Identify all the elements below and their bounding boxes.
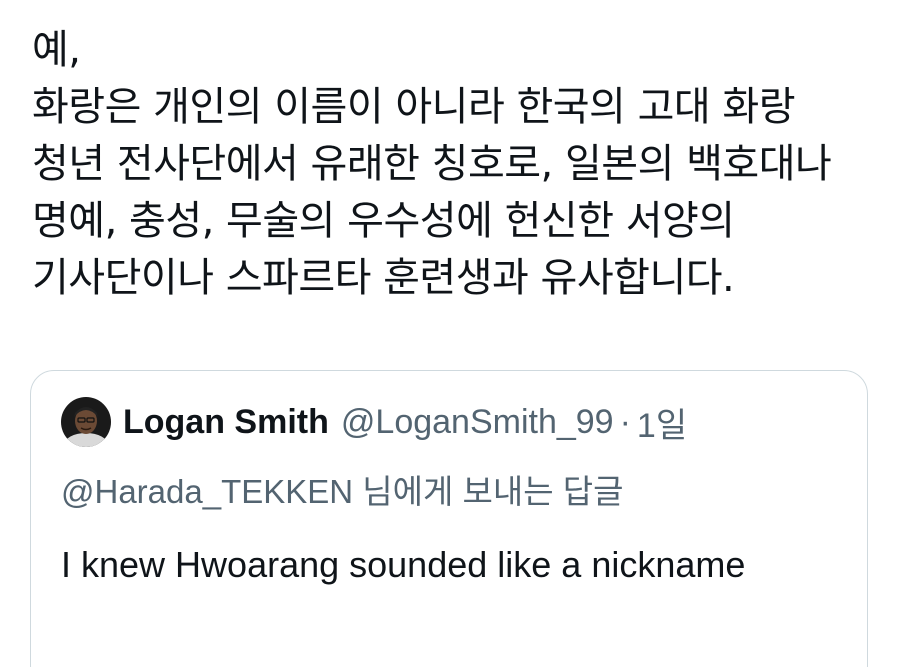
reply-context: @Harada_TEKKEN 님에게 보내는 답글 bbox=[61, 465, 624, 513]
tweet-text-line: 청년 전사단에서 유래한 칭호로, 일본의 백호대나 bbox=[32, 141, 832, 187]
tweet-text: 예, 화랑은 개인의 이름이 아니라 한국의 고대 화랑 청년 전사단에서 유래… bbox=[32, 22, 872, 307]
author-name[interactable]: Logan Smith bbox=[123, 403, 329, 442]
avatar[interactable] bbox=[61, 397, 111, 447]
quoted-tweet-header: Logan Smith @LoganSmith_99 · 1일 bbox=[61, 397, 687, 447]
tweet-text-line: 화랑은 개인의 이름이 아니라 한국의 고대 화랑 bbox=[32, 84, 796, 130]
tweet-text-line: 예, bbox=[32, 27, 81, 73]
author-handle[interactable]: @LoganSmith_99 bbox=[341, 403, 614, 442]
quoted-tweet-text: I knew Hwoarang sounded like a nickname bbox=[61, 544, 746, 585]
separator-dot: · bbox=[619, 402, 631, 441]
quoted-tweet-card[interactable]: Logan Smith @LoganSmith_99 · 1일 @Harada_… bbox=[30, 370, 868, 667]
tweet-text-line: 명예, 충성, 무술의 우수성에 헌신한 서양의 bbox=[32, 198, 735, 244]
post-time[interactable]: 1일 bbox=[637, 398, 687, 447]
reply-context-label: 님에게 보내는 답글 bbox=[353, 473, 624, 510]
tweet-text-line: 기사단이나 스파르타 훈련생과 유사합니다. bbox=[32, 255, 735, 301]
reply-mention-link[interactable]: @Harada_TEKKEN bbox=[61, 473, 353, 510]
